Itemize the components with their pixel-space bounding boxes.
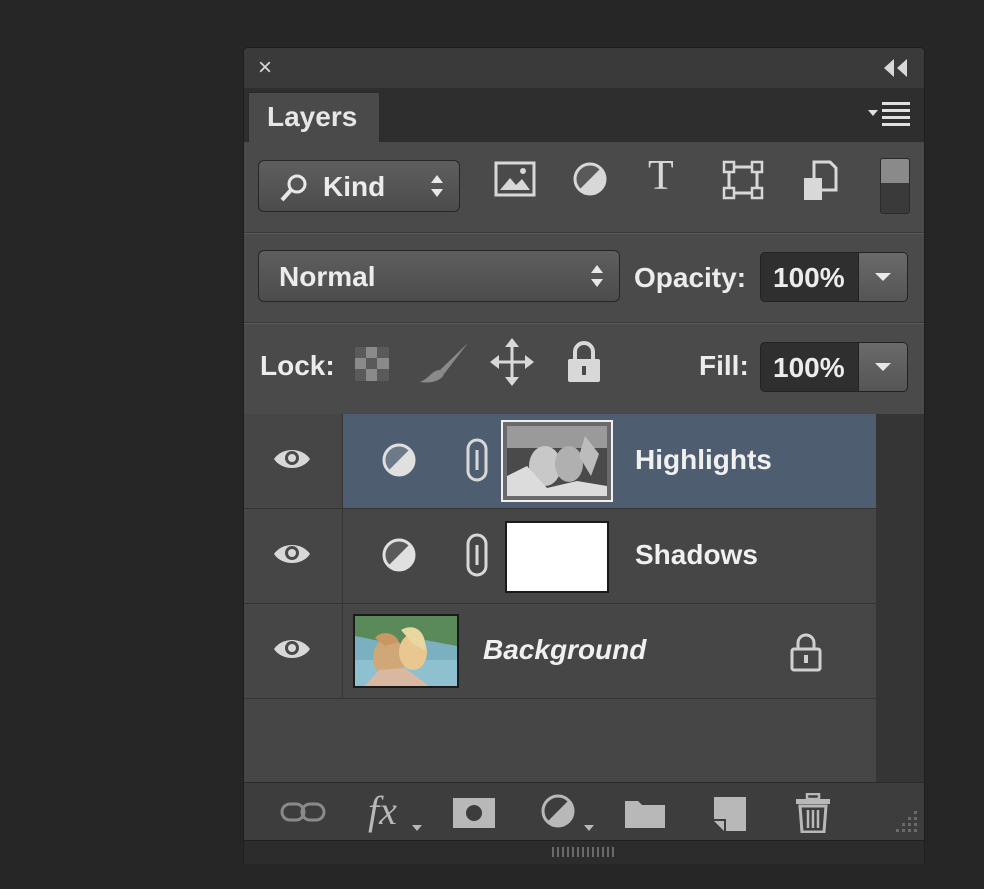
link-layers-icon[interactable] (280, 799, 326, 825)
layer-row-shadows[interactable]: Shadows (244, 509, 876, 604)
opacity-label: Opacity: (634, 262, 747, 293)
layer-name[interactable]: Highlights (635, 444, 772, 476)
layers-panel: × Layers Kind T Normal Opacity: 100% Loc… (244, 48, 924, 864)
filter-row: Kind T (244, 142, 924, 233)
layers-scrollbar[interactable] (876, 414, 924, 782)
chevron-down-icon (875, 363, 891, 371)
adjustment-layer-icon (382, 538, 416, 572)
fx-label: fx (368, 788, 397, 833)
eye-icon[interactable] (272, 634, 312, 664)
trash-icon[interactable] (794, 793, 832, 833)
chevron-updown-icon (431, 175, 443, 197)
fill-value: 100% (773, 352, 845, 383)
resize-grip-icon[interactable] (890, 807, 920, 837)
layer-row-highlights[interactable]: Highlights (244, 414, 876, 509)
opacity-field[interactable]: 100% (760, 252, 908, 302)
lock-label: Lock: (260, 350, 335, 381)
new-layer-icon[interactable] (712, 795, 748, 833)
filter-toggle-switch[interactable] (880, 158, 910, 214)
blend-mode-value: Normal (279, 261, 376, 292)
link-chain-icon[interactable] (465, 533, 489, 577)
kind-filter-dropdown[interactable]: Kind (258, 160, 460, 212)
layers-list: Highlights Shadows Background (244, 414, 876, 782)
chevron-updown-icon (591, 265, 603, 287)
close-icon[interactable]: × (258, 54, 272, 82)
blend-mode-dropdown[interactable]: Normal (258, 250, 620, 302)
panel-body: Kind T Normal Opacity: 100% Lock: Fill: … (244, 142, 924, 782)
lock-image-pixels-icon[interactable] (418, 340, 472, 386)
fill-label: Fill: (699, 350, 749, 381)
panel-title-bar: × (244, 48, 924, 88)
tab-layers[interactable]: Layers (248, 92, 380, 143)
add-mask-icon[interactable] (452, 797, 496, 829)
layer-content: Background (343, 604, 876, 698)
layer-lock-icon[interactable] (789, 632, 823, 672)
adjustment-filter-icon[interactable] (572, 160, 608, 198)
lock-position-icon[interactable] (490, 338, 534, 386)
eye-icon[interactable] (272, 539, 312, 569)
layer-style-fx-button[interactable]: fx (368, 789, 397, 833)
lock-row: Lock: Fill: 100% (244, 323, 924, 414)
layer-mask-thumbnail[interactable] (501, 420, 613, 502)
new-group-folder-icon[interactable] (624, 797, 666, 829)
visibility-cell (244, 509, 343, 603)
drag-handle-icon (552, 847, 614, 857)
search-icon (280, 174, 307, 202)
image-filter-icon[interactable] (494, 160, 536, 198)
lock-all-icon[interactable] (566, 340, 602, 384)
layer-name[interactable]: Background (483, 634, 646, 666)
smart-object-filter-icon[interactable] (800, 160, 840, 202)
fill-slider-button[interactable] (858, 343, 907, 391)
adjustment-layer-icon (382, 443, 416, 477)
visibility-cell (244, 604, 343, 698)
type-filter-icon[interactable]: T (648, 154, 674, 198)
collapse-panel-icon[interactable] (882, 57, 910, 79)
opacity-value: 100% (773, 262, 845, 293)
lock-transparent-pixels-icon[interactable] (354, 346, 390, 382)
chevron-down-icon (875, 273, 891, 281)
layer-thumbnail[interactable] (353, 614, 459, 688)
new-adjustment-layer-icon[interactable] (540, 793, 576, 829)
kind-label: Kind (323, 171, 386, 202)
layer-row-background[interactable]: Background (244, 604, 876, 699)
visibility-cell (244, 414, 343, 508)
eye-icon[interactable] (272, 444, 312, 474)
layers-bottom-toolbar: fx (244, 782, 924, 841)
blend-row: Normal Opacity: 100% (244, 233, 924, 323)
tab-row: Layers (244, 88, 924, 143)
chevron-down-icon (584, 825, 594, 831)
layer-name[interactable]: Shadows (635, 539, 758, 571)
layer-content: Shadows (343, 509, 876, 603)
link-chain-icon[interactable] (465, 438, 489, 482)
layer-content: Highlights (343, 414, 876, 508)
panel-menu-icon[interactable] (866, 98, 914, 130)
fill-field[interactable]: 100% (760, 342, 908, 392)
chevron-down-icon (412, 825, 422, 831)
background-photo-image (355, 616, 457, 686)
panel-drag-grip[interactable] (244, 840, 924, 864)
opacity-slider-button[interactable] (858, 253, 907, 301)
layer-mask-thumbnail[interactable] (505, 521, 609, 593)
mask-photo-image (507, 426, 607, 496)
shape-filter-icon[interactable] (722, 160, 764, 200)
